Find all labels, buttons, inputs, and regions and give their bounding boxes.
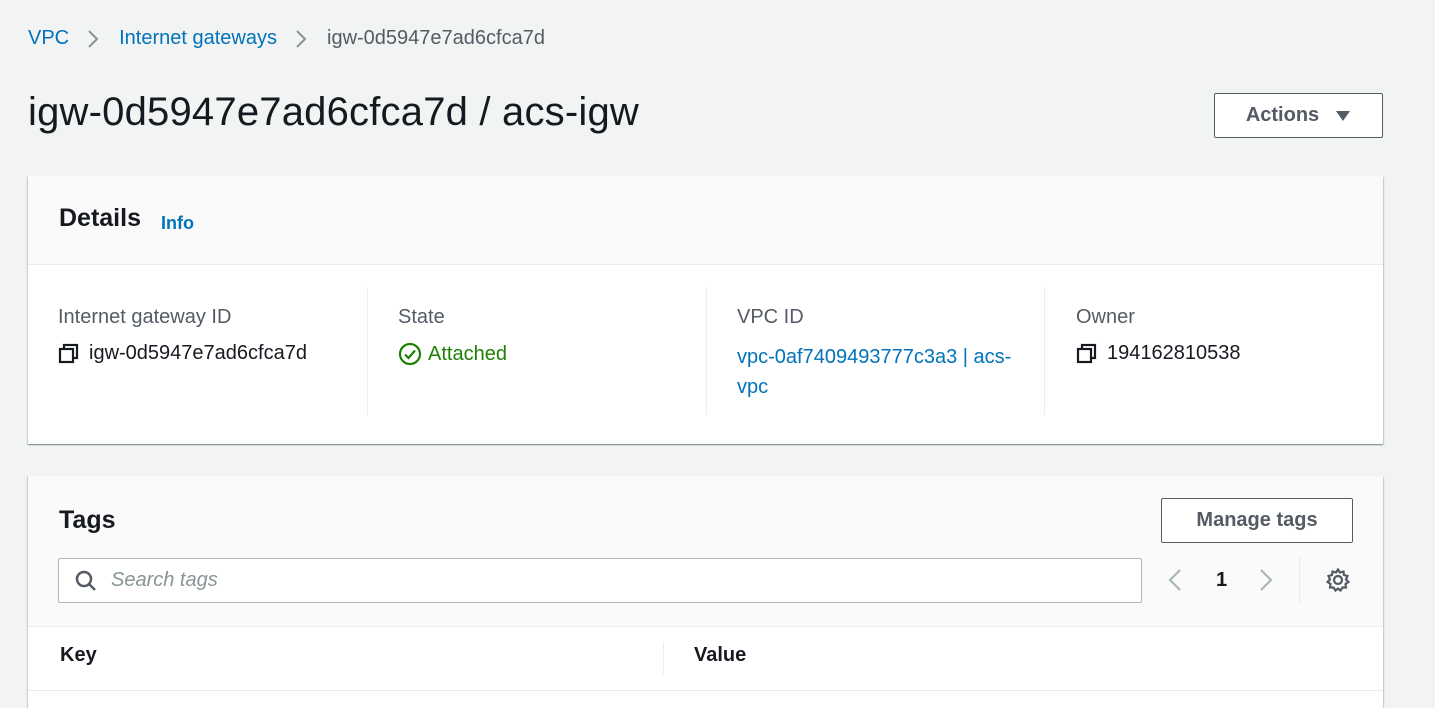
info-link[interactable]: Info [161, 213, 194, 234]
column-header-key[interactable]: Key [60, 644, 97, 667]
column-divider [706, 287, 707, 415]
page-number[interactable]: 1 [1216, 569, 1227, 592]
detail-igw-id-value: igw-0d5947e7ad6cfca7d [58, 342, 307, 365]
pagination-divider [1299, 556, 1300, 604]
manage-tags-button[interactable]: Manage tags [1161, 498, 1353, 543]
breadcrumb-vpc-link[interactable]: VPC [28, 27, 69, 50]
detail-state-value: Attached [398, 342, 507, 366]
detail-state: State Attached [398, 287, 698, 415]
divider [367, 287, 368, 415]
column-divider [663, 642, 664, 674]
actions-button[interactable]: Actions [1214, 93, 1383, 138]
owner-text: 194162810538 [1107, 342, 1241, 364]
detail-owner-value: 194162810538 [1076, 342, 1240, 365]
detail-igw-id-label: Internet gateway ID [58, 306, 232, 328]
chevron-left-icon[interactable] [1168, 568, 1182, 592]
tags-heading: Tags [59, 506, 116, 534]
detail-vpc-id: VPC ID vpc-0af7409493777c3a3 | acs-vpc [737, 287, 1037, 415]
copy-icon[interactable] [1076, 343, 1097, 364]
breadcrumb-internet-gateways-link[interactable]: Internet gateways [119, 27, 277, 50]
detail-igw-id: Internet gateway ID igw-0d5947e7ad6cfca7… [58, 287, 368, 415]
breadcrumb-current: igw-0d5947e7ad6cfca7d [327, 27, 545, 49]
pagination: 1 [1168, 566, 1273, 594]
detail-owner: Owner 194162810538 [1076, 287, 1366, 415]
state-text: Attached [428, 342, 507, 365]
chevron-right-icon[interactable] [1259, 568, 1273, 592]
column-divider [367, 287, 368, 415]
detail-vpc-id-label: VPC ID [737, 306, 804, 328]
breadcrumb: VPC Internet gateways igw-0d5947e7ad6cfc… [28, 27, 545, 50]
caret-down-icon [1335, 110, 1351, 122]
details-heading: Details [59, 204, 141, 232]
copy-icon[interactable] [58, 343, 79, 364]
tags-panel: Tags Manage tags 1 Key Value [28, 476, 1383, 708]
detail-owner-label: Owner [1076, 306, 1135, 328]
igw-id-text: igw-0d5947e7ad6cfca7d [89, 342, 307, 364]
details-panel: Details Info Internet gateway ID igw-0d5… [28, 176, 1383, 444]
detail-state-label: State [398, 306, 445, 328]
column-header-value[interactable]: Value [694, 644, 746, 667]
table-header-divider [28, 690, 1383, 691]
details-header: Details Info [28, 176, 1383, 265]
divider [1044, 287, 1045, 415]
actions-button-label: Actions [1245, 104, 1320, 126]
search-icon [75, 570, 97, 592]
column-divider [1044, 287, 1045, 415]
search-tags-field[interactable] [58, 558, 1142, 603]
chevron-right-icon [87, 29, 99, 49]
divider [706, 287, 707, 415]
page-title: igw-0d5947e7ad6cfca7d / acs-igw [28, 90, 640, 134]
chevron-right-icon [295, 29, 307, 49]
check-circle-icon [398, 342, 422, 366]
gear-icon[interactable] [1325, 567, 1351, 593]
vpc-id-link[interactable]: vpc-0af7409493777c3a3 | acs-vpc [737, 342, 1017, 402]
search-tags-input[interactable] [109, 568, 1113, 593]
